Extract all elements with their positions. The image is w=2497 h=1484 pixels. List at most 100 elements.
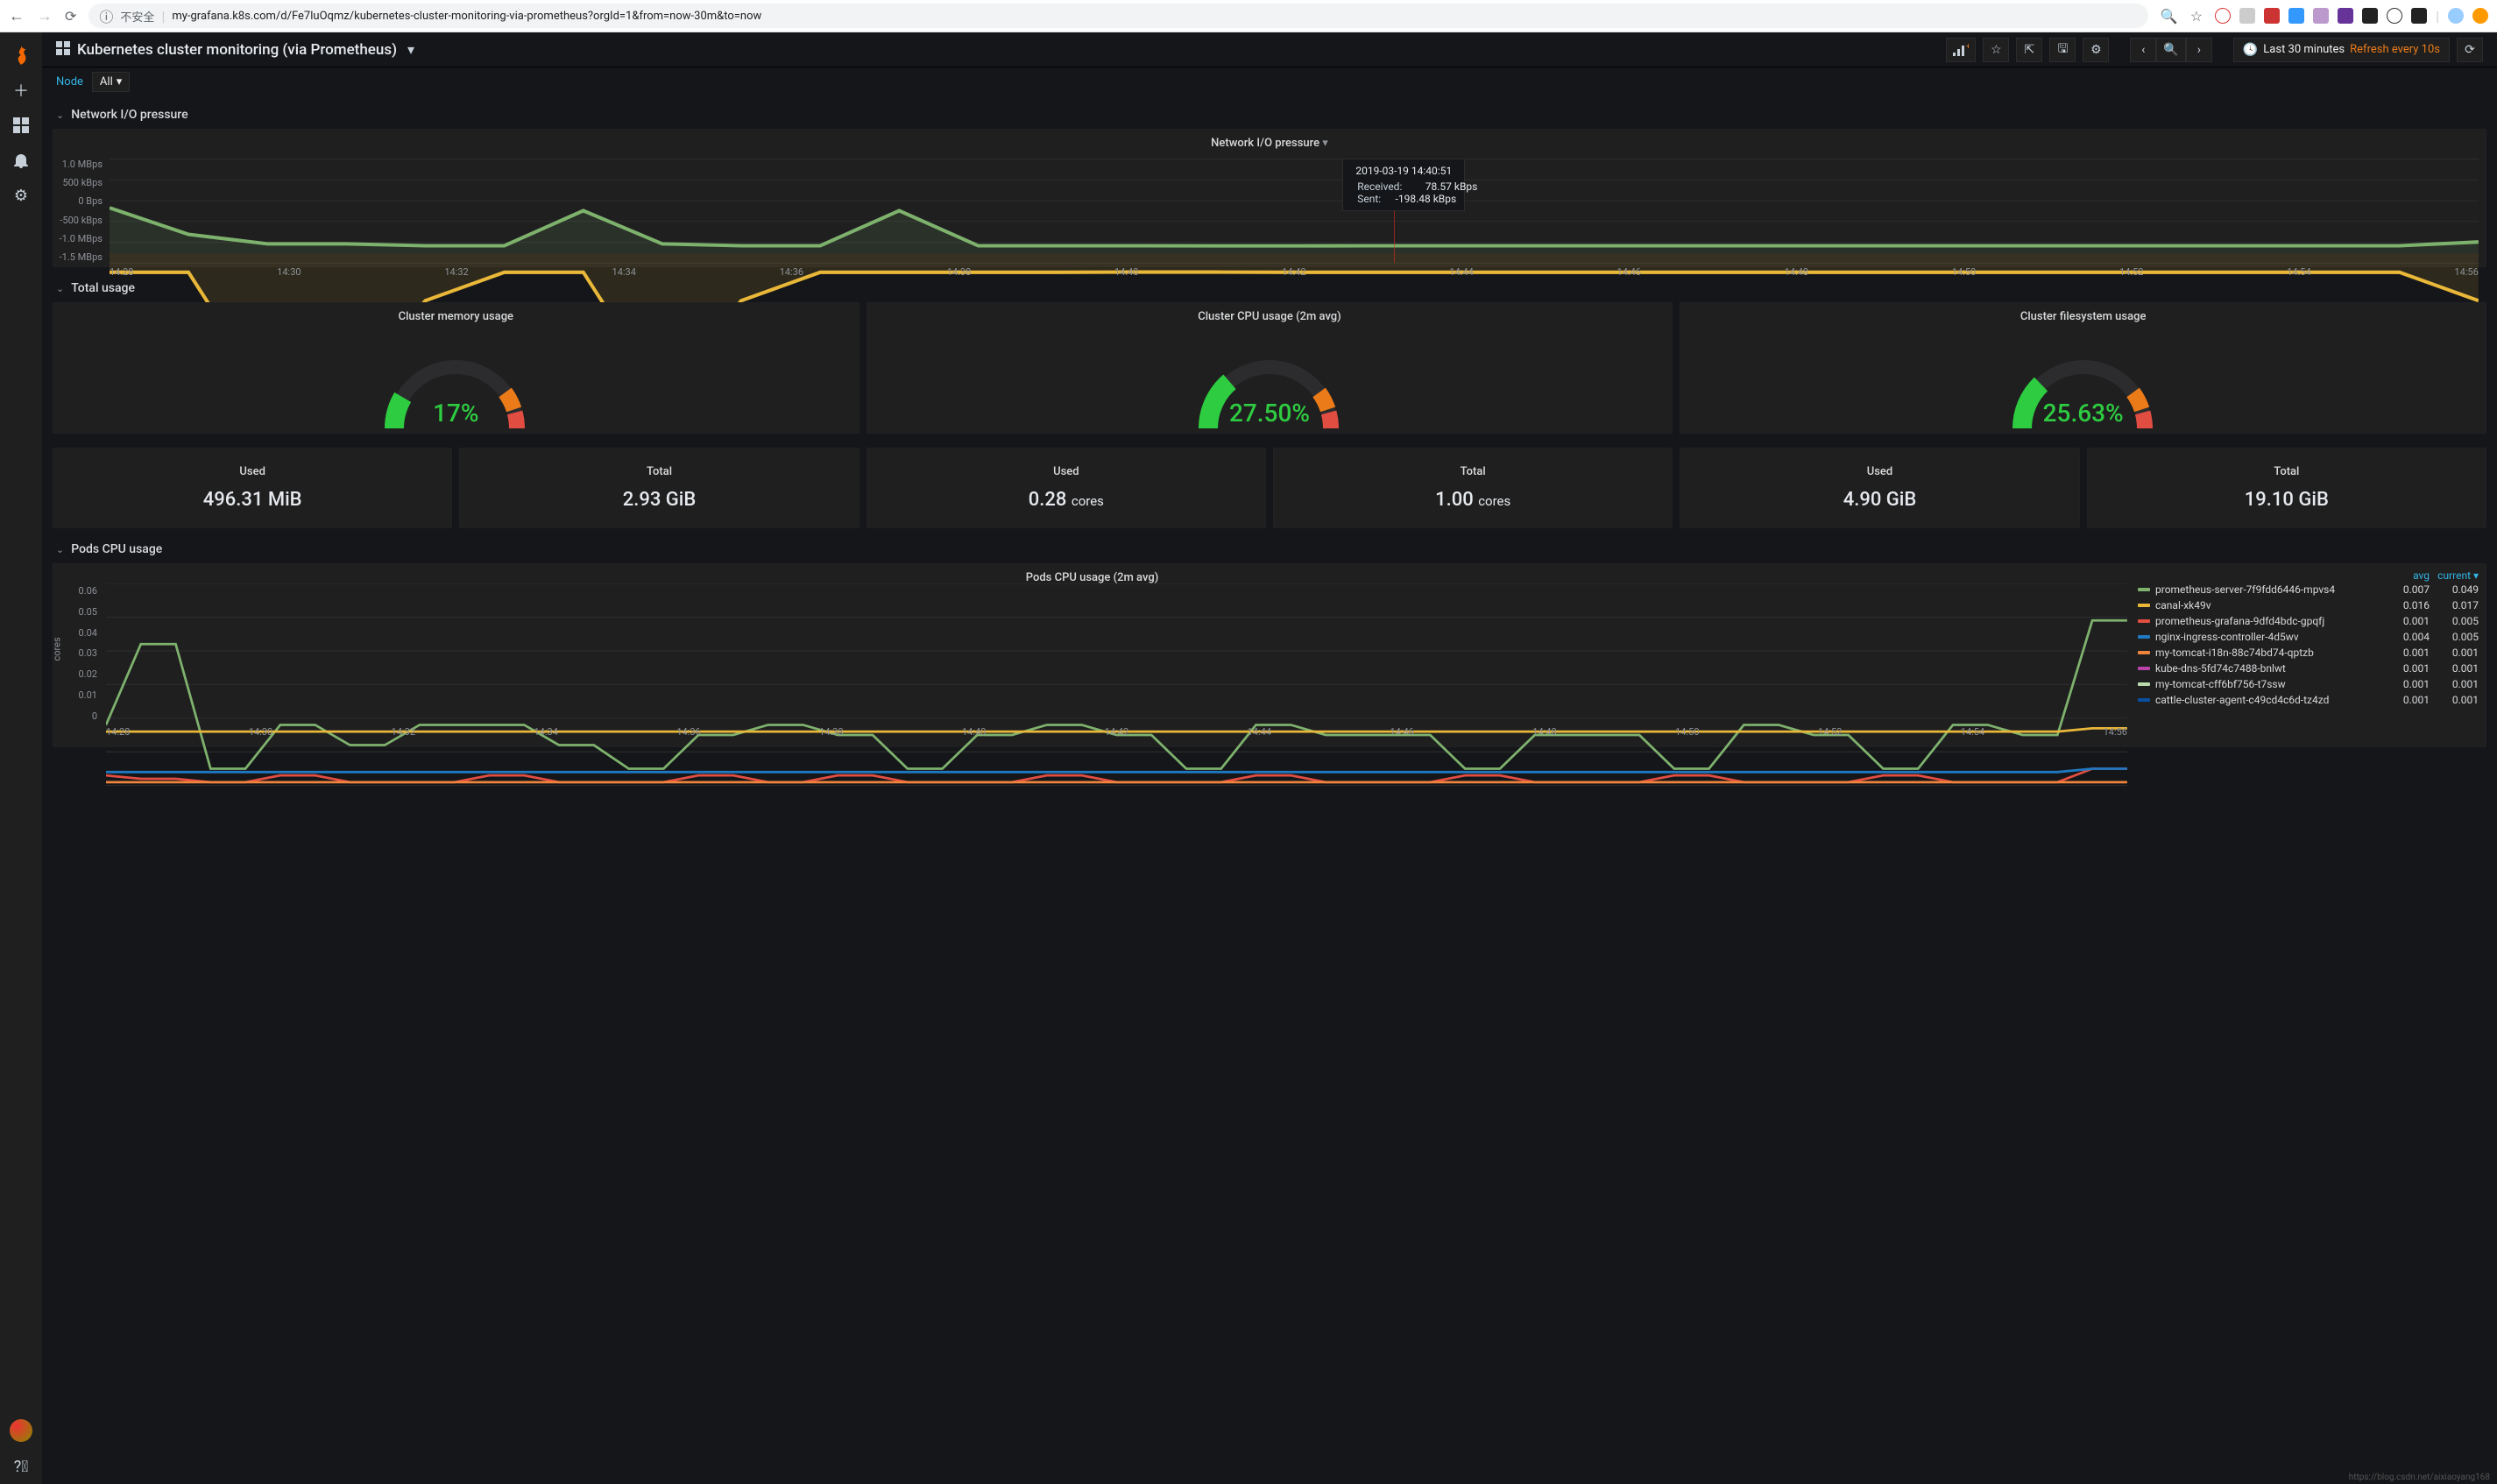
time-forward-button[interactable]: › bbox=[2186, 38, 2212, 62]
stat-panel[interactable]: Used 0.28 cores bbox=[867, 448, 1266, 528]
chevron-down-icon: ⌄ bbox=[56, 283, 64, 294]
stat-value: 496.31 MiB bbox=[203, 489, 302, 511]
sidebar: ＋ ⚙ ?⃝ bbox=[0, 32, 42, 1484]
row-title: Network I/O pressure bbox=[71, 108, 187, 122]
help-icon[interactable]: ?⃝ bbox=[0, 1449, 42, 1484]
stat-title: Used bbox=[1867, 465, 1893, 478]
gauge-value: 25.63% bbox=[2043, 399, 2124, 428]
chart-tooltip: 2019-03-19 14:40:51 Received:78.57 kBps … bbox=[1342, 159, 1465, 211]
clock-icon: 🕓 bbox=[2243, 43, 2258, 57]
gauge-value: 27.50% bbox=[1229, 399, 1310, 428]
dashboard-title[interactable]: Kubernetes cluster monitoring (via Prome… bbox=[77, 41, 397, 59]
settings-button[interactable]: ⚙ bbox=[2083, 38, 2109, 62]
grafana-app: ＋ ⚙ ?⃝ Kubernetes cluster monitoring (vi… bbox=[0, 32, 2497, 1484]
stat-panel[interactable]: Total 19.10 GiB bbox=[2087, 448, 2486, 528]
gauge-panel[interactable]: Cluster filesystem usage 25.63% bbox=[1680, 302, 2486, 434]
alerting-icon[interactable] bbox=[0, 143, 42, 178]
legend-item[interactable]: kube-dns-5fd74c7488-bnlwt0.0010.001 bbox=[2138, 661, 2479, 676]
create-icon[interactable]: ＋ bbox=[0, 73, 42, 108]
var-node-label: Node bbox=[56, 75, 83, 88]
legend-item[interactable]: prometheus-server-7f9fdd6446-mpvs40.0070… bbox=[2138, 582, 2479, 597]
x-axis: 14:2814:3014:3214:3414:3614:3814:4014:42… bbox=[106, 726, 2127, 738]
stat-title: Total bbox=[2274, 465, 2299, 478]
ext-icon[interactable] bbox=[2264, 8, 2280, 24]
y-axis: 0.060.050.040.030.020.010 bbox=[53, 583, 103, 722]
stat-panel[interactable]: Total 1.00 cores bbox=[1273, 448, 1673, 528]
grafana-logo-icon[interactable] bbox=[9, 43, 33, 67]
chart-legend: avg current ▾ prometheus-server-7f9fdd64… bbox=[2131, 564, 2486, 746]
ext-icon[interactable] bbox=[2338, 8, 2353, 24]
ext-icon[interactable] bbox=[2288, 8, 2304, 24]
ext-icon[interactable] bbox=[2387, 8, 2402, 24]
row-header-pods[interactable]: ⌄ Pods CPU usage bbox=[53, 535, 2486, 563]
legend-item[interactable]: cattle-cluster-agent-c49cd4c6d-tz4zd0.00… bbox=[2138, 692, 2479, 708]
legend-item[interactable]: my-tomcat-i18n-88c74bd74-qptzb0.0010.001 bbox=[2138, 645, 2479, 661]
share-button[interactable]: ⇱ bbox=[2016, 38, 2042, 62]
time-nav-group: ‹ 🔍 › bbox=[2130, 38, 2211, 62]
zoom-out-button[interactable]: 🔍 bbox=[2156, 38, 2185, 62]
dashboard-body: ⌄ Network I/O pressure Network I/O press… bbox=[42, 95, 2497, 1484]
stat-panel[interactable]: Total 2.93 GiB bbox=[459, 448, 859, 528]
panel-network-io[interactable]: Network I/O pressure ▾ 1.0 MBps500 kBps0… bbox=[53, 129, 2486, 267]
reload-button[interactable]: ⟳ bbox=[65, 8, 76, 25]
stat-value: 19.10 GiB bbox=[2245, 489, 2329, 511]
stat-panel[interactable]: Used 496.31 MiB bbox=[53, 448, 452, 528]
refresh-button[interactable]: ⟳ bbox=[2457, 38, 2483, 62]
gauge-value: 17% bbox=[433, 399, 478, 428]
ext-icon[interactable] bbox=[2448, 8, 2464, 24]
panel-pods-cpu[interactable]: Pods CPU usage (2m avg) cores 0.060.050.… bbox=[53, 563, 2486, 747]
configuration-icon[interactable]: ⚙ bbox=[0, 178, 42, 213]
ext-icon[interactable] bbox=[2362, 8, 2378, 24]
ext-icon[interactable] bbox=[2239, 8, 2255, 24]
dashboard-list-icon[interactable] bbox=[56, 41, 70, 59]
insecure-label: 不安全 bbox=[120, 8, 154, 25]
forward-button[interactable]: → bbox=[37, 7, 53, 25]
gauge-panel[interactable]: Cluster memory usage 17% bbox=[53, 302, 859, 434]
dashboards-icon[interactable] bbox=[0, 108, 42, 143]
star-button[interactable]: ☆ bbox=[1983, 38, 2009, 62]
add-panel-button[interactable]: + bbox=[1946, 38, 1976, 62]
ext-icon[interactable] bbox=[2472, 8, 2488, 24]
variable-bar: Node All▾ bbox=[42, 67, 2497, 95]
row-header-network[interactable]: ⌄ Network I/O pressure bbox=[53, 101, 2486, 129]
chart-plot bbox=[106, 583, 2127, 786]
stat-title: Used bbox=[1053, 465, 1079, 478]
var-node-select[interactable]: All▾ bbox=[92, 72, 130, 92]
gauge-panel[interactable]: Cluster CPU usage (2m avg) 27.50% bbox=[867, 302, 1673, 434]
time-back-button[interactable]: ‹ bbox=[2130, 38, 2156, 62]
legend-col-avg[interactable]: avg bbox=[2380, 569, 2430, 582]
tooltip-timestamp: 2019-03-19 14:40:51 bbox=[1352, 165, 1455, 177]
legend-item[interactable]: prometheus-grafana-9dfd4bdc-gpqfj0.0010.… bbox=[2138, 613, 2479, 629]
search-in-page-icon[interactable]: 🔍 bbox=[2161, 8, 2178, 25]
stat-value: 4.90 GiB bbox=[1843, 489, 1917, 511]
refresh-interval-label: Refresh every 10s bbox=[2350, 43, 2440, 56]
panel-title: Cluster CPU usage (2m avg) bbox=[867, 303, 1673, 330]
bookmark-icon[interactable]: ☆ bbox=[2190, 8, 2203, 25]
chevron-down-icon: ⌄ bbox=[56, 544, 64, 555]
ext-icon[interactable] bbox=[2411, 8, 2427, 24]
main: Kubernetes cluster monitoring (via Prome… bbox=[42, 32, 2497, 1484]
topbar: Kubernetes cluster monitoring (via Prome… bbox=[42, 32, 2497, 67]
url-bar[interactable]: ⓘ 不安全 | my-grafana.k8s.com/d/Fe7luOqmz/k… bbox=[88, 4, 2147, 28]
dashboard-dropdown-icon[interactable]: ▾ bbox=[407, 41, 414, 58]
row-title: Pods CPU usage bbox=[71, 542, 162, 556]
legend-item[interactable]: canal-xk49v0.0160.017 bbox=[2138, 597, 2479, 613]
panel-title: Network I/O pressure ▾ bbox=[53, 130, 2486, 157]
stat-title: Used bbox=[239, 465, 265, 478]
watermark: https://blog.csdn.net/aixiaoyang168 bbox=[2349, 1473, 2490, 1482]
legend-item[interactable]: nginx-ingress-controller-4d5wv0.0040.005 bbox=[2138, 629, 2479, 645]
stat-value: 1.00 cores bbox=[1435, 489, 1510, 511]
ext-icon[interactable] bbox=[2313, 8, 2329, 24]
legend-item[interactable]: my-tomcat-cff6bf756-t7ssw0.0010.001 bbox=[2138, 676, 2479, 692]
stat-title: Total bbox=[647, 465, 672, 478]
user-avatar[interactable] bbox=[10, 1419, 32, 1442]
time-range-label: Last 30 minutes bbox=[2263, 43, 2345, 56]
legend-col-current[interactable]: current ▾ bbox=[2430, 569, 2479, 582]
time-picker[interactable]: 🕓 Last 30 minutes Refresh every 10s bbox=[2233, 38, 2450, 62]
svg-text:+: + bbox=[1966, 44, 1969, 52]
save-button[interactable]: 🖫 bbox=[2049, 38, 2076, 62]
stat-panel[interactable]: Used 4.90 GiB bbox=[1680, 448, 2079, 528]
extension-icons: | bbox=[2215, 8, 2488, 25]
back-button[interactable]: ← bbox=[9, 7, 25, 25]
ext-icon[interactable] bbox=[2215, 8, 2231, 24]
